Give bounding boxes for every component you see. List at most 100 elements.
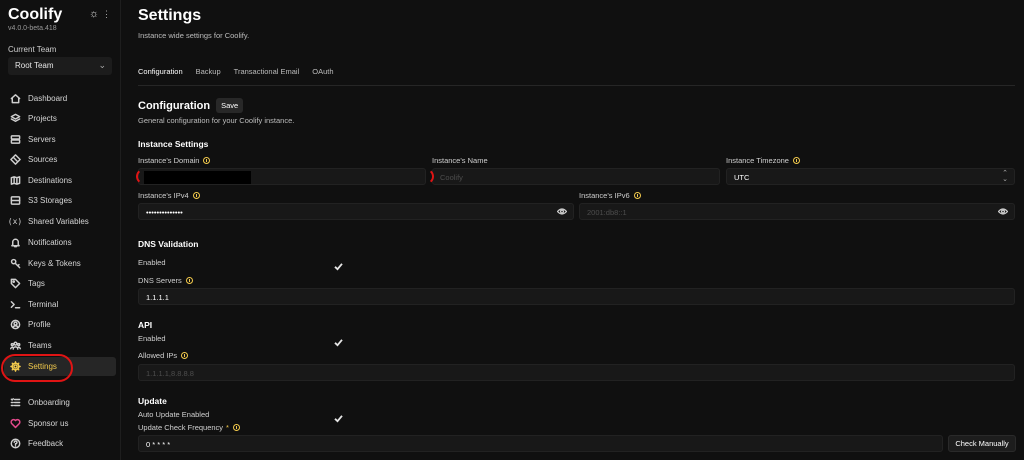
sidebar-item-settings[interactable]: Settings	[4, 357, 116, 376]
timezone-label: Instance Timezone	[726, 156, 800, 165]
domain-label: Instance's Domain	[138, 156, 211, 165]
auto-update-label: Auto Update Enabled	[138, 410, 209, 419]
eye-icon[interactable]	[556, 207, 568, 216]
sidebar-item-onboarding[interactable]: Onboarding	[4, 393, 116, 412]
team-select-value: Root Team	[15, 61, 54, 70]
sidebar-item-label: Settings	[28, 362, 57, 371]
required-marker: *	[226, 423, 229, 432]
sidebar-item-feedback[interactable]: Feedback	[4, 434, 116, 453]
tab-divider	[138, 85, 1015, 86]
info-icon[interactable]	[192, 192, 200, 199]
help-icon	[9, 438, 21, 450]
dns-enabled-checkbox[interactable]	[334, 258, 343, 271]
update-heading: Update	[138, 396, 167, 406]
sidebar-item-label: Terminal	[28, 300, 59, 309]
dns-enabled-text: Enabled	[138, 258, 166, 267]
sidebar-item-label: Keys & Tokens	[28, 259, 81, 268]
info-icon[interactable]	[232, 424, 240, 431]
instance-settings-heading: Instance Settings	[138, 139, 209, 149]
name-input[interactable]: Coolify	[432, 168, 720, 185]
select-arrows-icon: ⌃ ⌄	[1002, 170, 1008, 183]
ipv6-placeholder: 2001:db8::1	[587, 208, 627, 217]
info-icon[interactable]	[792, 157, 800, 164]
api-enabled-checkbox[interactable]	[334, 334, 343, 347]
page-subtitle: Instance wide settings for Coolify.	[138, 31, 250, 40]
sidebar-item-tags[interactable]: Tags	[4, 274, 116, 293]
layers-icon	[9, 113, 21, 125]
sidebar-item-shared-variables[interactable]: (x) Shared Variables	[4, 212, 116, 231]
redacted-domain-overlay	[144, 171, 251, 184]
sidebar-item-sources[interactable]: Sources	[4, 150, 116, 169]
ipv6-label: Instance's IPv6	[579, 191, 641, 200]
heart-icon	[9, 418, 21, 430]
sidebar-item-dashboard[interactable]: Dashboard	[4, 89, 116, 108]
timezone-select[interactable]: UTC ⌃ ⌄	[726, 168, 1015, 185]
sidebar-item-label: Sources	[28, 155, 58, 164]
eye-icon[interactable]	[997, 207, 1009, 216]
team-label: Current Team	[8, 45, 57, 54]
sidebar-item-profile[interactable]: Profile	[4, 315, 116, 334]
tab-backup[interactable]: Backup	[196, 67, 221, 76]
info-icon[interactable]	[633, 192, 641, 199]
allowed-ips-text: Allowed IPs	[138, 351, 178, 360]
sidebar-item-label: Onboarding	[28, 398, 70, 407]
sidebar-item-keys-tokens[interactable]: Keys & Tokens	[4, 254, 116, 273]
theme-toggle-icon[interactable]: ☼	[88, 8, 100, 20]
tag-icon	[9, 278, 21, 290]
version-label: v4.0.0-beta.418	[8, 25, 57, 32]
tab-bar: Configuration Backup Transactional Email…	[138, 67, 334, 76]
info-icon[interactable]	[203, 157, 211, 164]
configuration-subtitle: General configuration for your Coolify i…	[138, 116, 295, 125]
destination-icon	[9, 175, 21, 187]
sidebar-item-sponsor[interactable]: Sponsor us	[4, 414, 116, 433]
tab-oauth[interactable]: OAuth	[312, 67, 333, 76]
sidebar-item-projects[interactable]: Projects	[4, 109, 116, 128]
ipv4-value: ••••••••••••••	[146, 208, 183, 217]
users-icon	[9, 340, 21, 352]
sidebar-item-label: Teams	[28, 341, 52, 350]
checklist-icon	[9, 397, 21, 409]
theme-options-icon[interactable]: ⋮	[102, 8, 111, 20]
sidebar-item-label: Dashboard	[28, 94, 68, 103]
auto-update-text: Auto Update Enabled	[138, 410, 210, 419]
sidebar-item-label: Tags	[28, 279, 45, 288]
tab-transactional-email[interactable]: Transactional Email	[234, 67, 300, 76]
timezone-select-value: UTC	[734, 173, 750, 182]
ipv4-input[interactable]: ••••••••••••••	[138, 203, 574, 220]
gear-icon	[9, 361, 21, 373]
auto-update-checkbox[interactable]	[334, 410, 343, 423]
team-select[interactable]: Root Team ⌄	[8, 57, 112, 75]
api-heading: API	[138, 320, 153, 330]
app-logo[interactable]: Coolify	[8, 6, 62, 24]
info-icon[interactable]	[181, 352, 189, 359]
name-label-text: Instance's Name	[432, 156, 488, 165]
sidebar-item-servers[interactable]: Servers	[4, 130, 116, 149]
allowed-ips-input[interactable]: 1.1.1.1,8.8.8.8	[138, 364, 1015, 381]
configuration-header: Configuration Save	[138, 98, 244, 113]
api-enabled-text: Enabled	[138, 334, 166, 343]
page-title: Settings	[138, 7, 202, 24]
sidebar-item-label: Notifications	[28, 238, 72, 247]
name-label: Instance's Name	[432, 156, 488, 165]
sidebar: Coolify v4.0.0-beta.418 ☼ ⋮ Current Team…	[0, 0, 121, 460]
sidebar-item-s3-storages[interactable]: S3 Storages	[4, 191, 116, 210]
sidebar-item-label: S3 Storages	[28, 196, 73, 205]
sidebar-item-teams[interactable]: Teams	[4, 336, 116, 355]
ipv6-input[interactable]: 2001:db8::1	[579, 203, 1015, 220]
storage-icon	[9, 195, 21, 207]
bell-icon	[9, 237, 21, 249]
sidebar-item-destinations[interactable]: Destinations	[4, 171, 116, 190]
update-frequency-label: Update Check Frequency *	[138, 423, 240, 432]
dns-servers-input[interactable]: 1.1.1.1	[138, 288, 1015, 305]
dns-enabled-label: Enabled	[138, 258, 166, 267]
update-frequency-input[interactable]: 0 * * * *	[138, 435, 943, 452]
info-icon[interactable]	[185, 277, 193, 284]
server-icon	[9, 134, 21, 146]
check-manually-button[interactable]: Check Manually	[948, 435, 1016, 452]
sidebar-item-terminal[interactable]: Terminal	[4, 295, 116, 314]
save-button[interactable]: Save	[216, 98, 244, 113]
sidebar-item-label: Projects	[28, 114, 57, 123]
sidebar-item-notifications[interactable]: Notifications	[4, 233, 116, 252]
allowed-ips-label: Allowed IPs	[138, 351, 189, 360]
tab-configuration[interactable]: Configuration	[138, 67, 183, 76]
